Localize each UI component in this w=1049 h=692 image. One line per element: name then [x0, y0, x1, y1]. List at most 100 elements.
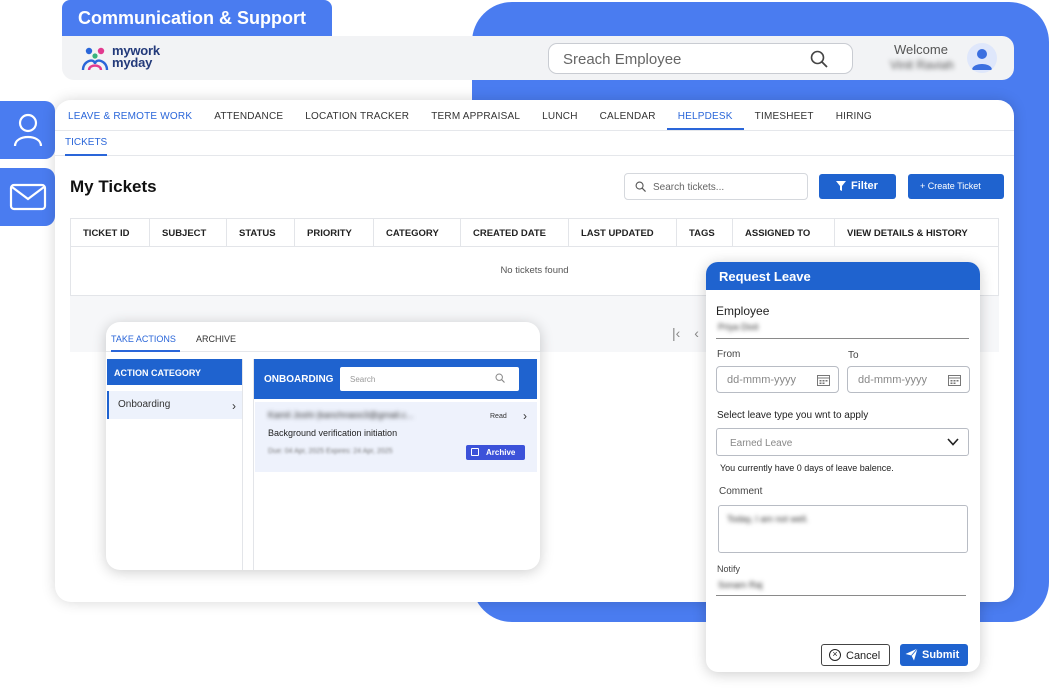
actions-tabs: TAKE ACTIONS ARCHIVE	[106, 322, 540, 352]
nav-location-tracker[interactable]: LOCATION TRACKER	[294, 100, 420, 130]
card-status: Read	[490, 413, 507, 420]
leave-type-select[interactable]: Earned Leave	[716, 428, 969, 456]
to-date-placeholder: dd-mmm-yyyy	[858, 374, 928, 386]
col-status[interactable]: STATUS	[227, 219, 295, 246]
from-label: From	[717, 349, 741, 360]
close-icon: ×	[829, 649, 841, 661]
onboarding-list: ONBOARDING Search Kamil Joshi (kanchnaoo…	[253, 359, 537, 570]
leave-type-label: Select leave type you wnt to apply	[717, 410, 869, 421]
nav-hiring[interactable]: HIRING	[825, 100, 883, 130]
notify-value[interactable]: Sonam Raj	[718, 580, 763, 590]
archive-button[interactable]: Archive	[466, 445, 525, 460]
col-category[interactable]: CATEGORY	[374, 219, 461, 246]
leave-balance-note: You currently have 0 days of leave balen…	[720, 463, 894, 473]
category-item-label: Onboarding	[118, 399, 171, 410]
tab-take-actions[interactable]: TAKE ACTIONS	[111, 334, 180, 352]
search-icon	[635, 181, 646, 192]
nav-attendance[interactable]: ATTENDANCE	[203, 100, 294, 130]
section-title: Communication & Support	[62, 0, 332, 40]
profile-side-button[interactable]	[0, 101, 55, 159]
cancel-button[interactable]: × Cancel	[821, 644, 890, 666]
card-dates: Due: 04 Apr, 2025 Expires: 24 Apr, 2025	[268, 448, 393, 455]
archive-icon	[471, 448, 479, 456]
user-icon	[13, 113, 42, 147]
mail-icon	[9, 183, 46, 211]
employee-search-placeholder: Sreach Employee	[563, 51, 682, 68]
logo-text: mywork myday	[112, 44, 160, 69]
col-subject[interactable]: SUBJECT	[150, 219, 227, 246]
comment-textarea[interactable]: Today, I am not well.	[718, 505, 968, 553]
col-view-details[interactable]: VIEW DETAILS & HISTORY	[835, 219, 998, 246]
tab-tickets[interactable]: TICKETS	[65, 131, 108, 156]
ticket-search-placeholder: Search tickets...	[653, 182, 725, 193]
nav-helpdesk[interactable]: HELPDESK	[666, 100, 744, 130]
actions-panel: TAKE ACTIONS ARCHIVE ACTION CATEGORY Onb…	[106, 322, 540, 570]
nav-calendar[interactable]: CALENDAR	[589, 100, 667, 130]
chevron-right-icon: ›	[232, 399, 236, 413]
chevron-right-icon[interactable]: ›	[523, 409, 527, 423]
col-last-updated[interactable]: LAST UPDATED	[569, 219, 677, 246]
sub-nav: TICKETS	[55, 131, 1014, 156]
tab-archive[interactable]: ARCHIVE	[196, 334, 236, 344]
create-ticket-label: + Create Ticket	[920, 181, 981, 191]
first-page-icon[interactable]: |‹	[672, 325, 680, 341]
filter-icon	[836, 181, 846, 191]
comment-label: Comment	[719, 486, 763, 497]
request-leave-panel: Request Leave Employee Priya Dixit From …	[706, 262, 980, 672]
nav-leave-remote-work[interactable]: LEAVE & REMOTE WORK	[57, 100, 203, 130]
app-logo[interactable]: mywork myday	[80, 44, 180, 74]
employee-search-input[interactable]: Sreach Employee	[548, 43, 853, 74]
user-name: Vinit Raviah	[890, 58, 954, 72]
archive-button-label: Archive	[486, 448, 516, 457]
cancel-button-label: Cancel	[846, 650, 881, 662]
calendar-icon[interactable]	[817, 374, 830, 386]
category-item-onboarding[interactable]: Onboarding ›	[107, 391, 242, 419]
card-email: Kamil Joshi (kanchnaoo3@gmail.c...	[268, 410, 414, 420]
onboarding-search-placeholder: Search	[350, 375, 376, 384]
onboarding-title: ONBOARDING	[264, 374, 334, 385]
action-category-header: ACTION CATEGORY	[107, 359, 242, 385]
pagination: |‹ ‹	[672, 325, 699, 341]
search-icon	[495, 373, 505, 383]
submit-button-label: Submit	[922, 649, 960, 661]
notify-label: Notify	[717, 564, 741, 574]
from-date-input[interactable]: dd-mmm-yyyy	[716, 366, 839, 393]
filter-button[interactable]: Filter	[819, 174, 896, 199]
nav-lunch[interactable]: LUNCH	[531, 100, 588, 130]
user-avatar-icon	[972, 49, 992, 70]
leave-type-value: Earned Leave	[730, 438, 793, 449]
create-ticket-button[interactable]: + Create Ticket	[908, 174, 1004, 199]
logo-people-icon	[81, 47, 109, 71]
to-date-input[interactable]: dd-mmm-yyyy	[847, 366, 970, 393]
nav-term-appraisal[interactable]: TERM APPRAISAL	[420, 100, 531, 130]
search-icon[interactable]	[810, 50, 828, 68]
main-nav: LEAVE & REMOTE WORK ATTENDANCE LOCATION …	[55, 100, 1014, 131]
col-assigned-to[interactable]: ASSIGNED TO	[733, 219, 835, 246]
prev-page-icon[interactable]: ‹	[694, 325, 699, 341]
col-created-date[interactable]: CREATED DATE	[461, 219, 569, 246]
submit-button[interactable]: Submit	[900, 644, 968, 666]
list-item[interactable]: Kamil Joshi (kanchnaoo3@gmail.c... Read …	[255, 402, 537, 472]
send-icon	[905, 648, 918, 661]
request-leave-title: Request Leave	[706, 262, 980, 290]
action-category-column: ACTION CATEGORY Onboarding ›	[106, 359, 243, 570]
table-header: TICKET ID SUBJECT STATUS PRIORITY CATEGO…	[71, 219, 998, 247]
employee-value[interactable]: Priya Dixit	[718, 322, 759, 332]
user-avatar[interactable]	[967, 43, 997, 73]
calendar-icon[interactable]	[948, 374, 961, 386]
comment-value: Today, I am not well.	[727, 514, 809, 524]
employee-underline	[716, 338, 969, 339]
onboarding-header: ONBOARDING Search	[254, 359, 537, 399]
messages-side-button[interactable]	[0, 168, 55, 226]
top-bar: mywork myday Sreach Employee Welcome Vin…	[62, 36, 1014, 80]
onboarding-search-input[interactable]: Search	[340, 367, 519, 391]
employee-label: Employee	[716, 304, 770, 318]
nav-timesheet[interactable]: TIMESHEET	[744, 100, 825, 130]
col-ticket-id[interactable]: TICKET ID	[71, 219, 150, 246]
from-date-placeholder: dd-mmm-yyyy	[727, 374, 797, 386]
col-tags[interactable]: TAGS	[677, 219, 733, 246]
to-label: To	[848, 350, 859, 361]
ticket-search-input[interactable]: Search tickets...	[624, 173, 808, 200]
col-priority[interactable]: PRIORITY	[295, 219, 374, 246]
filter-button-label: Filter	[851, 180, 878, 192]
